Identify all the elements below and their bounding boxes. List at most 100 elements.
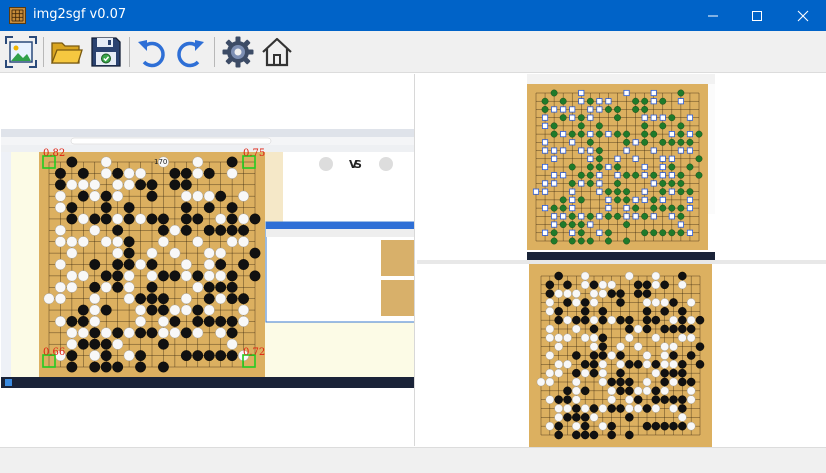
- black-stone: [563, 280, 572, 290]
- black-stone: [226, 270, 238, 282]
- white-stone: [572, 289, 581, 298]
- black-stone-marker: [668, 163, 676, 171]
- black-stone-marker: [586, 97, 594, 105]
- white-stone-marker: [650, 213, 657, 220]
- white-stone: [55, 259, 66, 270]
- white-stone-marker: [641, 163, 648, 171]
- black-stone: [135, 179, 146, 191]
- black-stone-marker: [614, 196, 621, 204]
- white-stone-marker: [659, 172, 666, 179]
- white-stone-marker: [560, 213, 567, 220]
- home-button[interactable]: [259, 34, 295, 70]
- black-stone: [238, 259, 249, 270]
- black-stone: [642, 315, 652, 325]
- minimize-button[interactable]: [690, 0, 736, 31]
- reconstructed-board-pane[interactable]: [417, 264, 826, 447]
- white-stone: [66, 179, 78, 191]
- white-stone: [55, 281, 66, 293]
- black-stone-marker: [677, 188, 685, 196]
- white-stone: [215, 327, 227, 339]
- black-stone: [226, 224, 238, 236]
- white-stone-marker: [614, 172, 621, 179]
- white-stone: [100, 236, 112, 248]
- white-stone: [203, 270, 215, 282]
- black-stone: [215, 350, 227, 362]
- black-stone: [660, 324, 669, 334]
- black-stone-marker: [614, 212, 621, 220]
- white-stone-marker: [659, 114, 666, 121]
- white-stone: [215, 270, 227, 282]
- white-stone: [686, 386, 696, 396]
- white-stone-marker: [632, 155, 639, 162]
- white-stone: [123, 167, 135, 179]
- open-file-button[interactable]: [48, 34, 84, 70]
- black-stone-marker: [668, 204, 676, 212]
- white-stone-marker: [686, 229, 693, 236]
- white-stone: [598, 421, 608, 431]
- black-stone: [572, 430, 581, 440]
- white-stone: [77, 270, 89, 282]
- white-stone-marker: [569, 196, 576, 203]
- white-stone-marker: [659, 196, 666, 203]
- black-stone: [616, 368, 625, 378]
- settings-button[interactable]: [220, 34, 256, 70]
- white-stone-marker: [542, 147, 549, 154]
- toolbar: [0, 31, 826, 73]
- white-stone: [598, 360, 608, 369]
- white-stone: [55, 236, 66, 248]
- black-stone: [616, 315, 625, 325]
- source-image-pane[interactable]: 0.82 0.75 0.66 0.72 170 V S: [1, 74, 415, 446]
- black-stone: [123, 236, 135, 248]
- white-stone: [598, 280, 608, 290]
- black-stone-marker: [568, 130, 576, 138]
- white-stone: [625, 333, 634, 343]
- black-stone: [678, 377, 687, 387]
- white-stone-marker: [650, 89, 657, 97]
- white-stone-marker: [641, 196, 648, 203]
- white-stone-marker: [686, 205, 693, 212]
- white-stone-marker: [650, 98, 657, 105]
- close-button[interactable]: [780, 0, 826, 31]
- white-stone: [580, 280, 590, 290]
- screen-capture-button[interactable]: [3, 34, 39, 70]
- white-stone-marker: [668, 172, 675, 179]
- black-stone: [580, 386, 590, 396]
- white-stone: [123, 327, 135, 339]
- black-stone-marker: [541, 106, 549, 113]
- white-stone: [651, 404, 661, 413]
- black-stone: [642, 289, 652, 298]
- black-stone: [616, 298, 625, 307]
- black-stone: [660, 280, 669, 290]
- black-stone: [180, 167, 192, 179]
- black-stone-marker: [623, 196, 630, 204]
- white-stone-marker: [569, 188, 576, 195]
- black-stone: [146, 304, 158, 316]
- maximize-button[interactable]: [734, 0, 780, 31]
- white-stone-marker: [542, 180, 549, 187]
- black-stone: [123, 247, 135, 259]
- black-stone-marker: [686, 138, 694, 146]
- black-stone: [146, 281, 158, 293]
- black-stone: [146, 179, 158, 191]
- black-stone: [146, 327, 158, 339]
- white-stone-marker: [560, 172, 567, 179]
- white-stone: [678, 280, 687, 290]
- black-stone-marker: [568, 212, 576, 220]
- white-stone: [651, 333, 661, 343]
- detection-preview-pane[interactable]: [417, 74, 826, 260]
- black-stone: [169, 167, 181, 179]
- white-stone-marker: [578, 89, 585, 97]
- redo-button[interactable]: [172, 34, 208, 70]
- black-stone: [112, 270, 124, 282]
- white-stone: [633, 386, 643, 396]
- white-stone: [55, 293, 66, 305]
- white-stone: [642, 360, 652, 369]
- black-stone-marker: [659, 138, 667, 146]
- black-stone: [598, 307, 608, 316]
- white-stone: [100, 327, 112, 339]
- white-stone: [66, 281, 78, 293]
- undo-button[interactable]: [134, 34, 170, 70]
- white-stone-marker: [596, 229, 603, 236]
- white-stone: [607, 395, 616, 404]
- save-button[interactable]: [88, 34, 124, 70]
